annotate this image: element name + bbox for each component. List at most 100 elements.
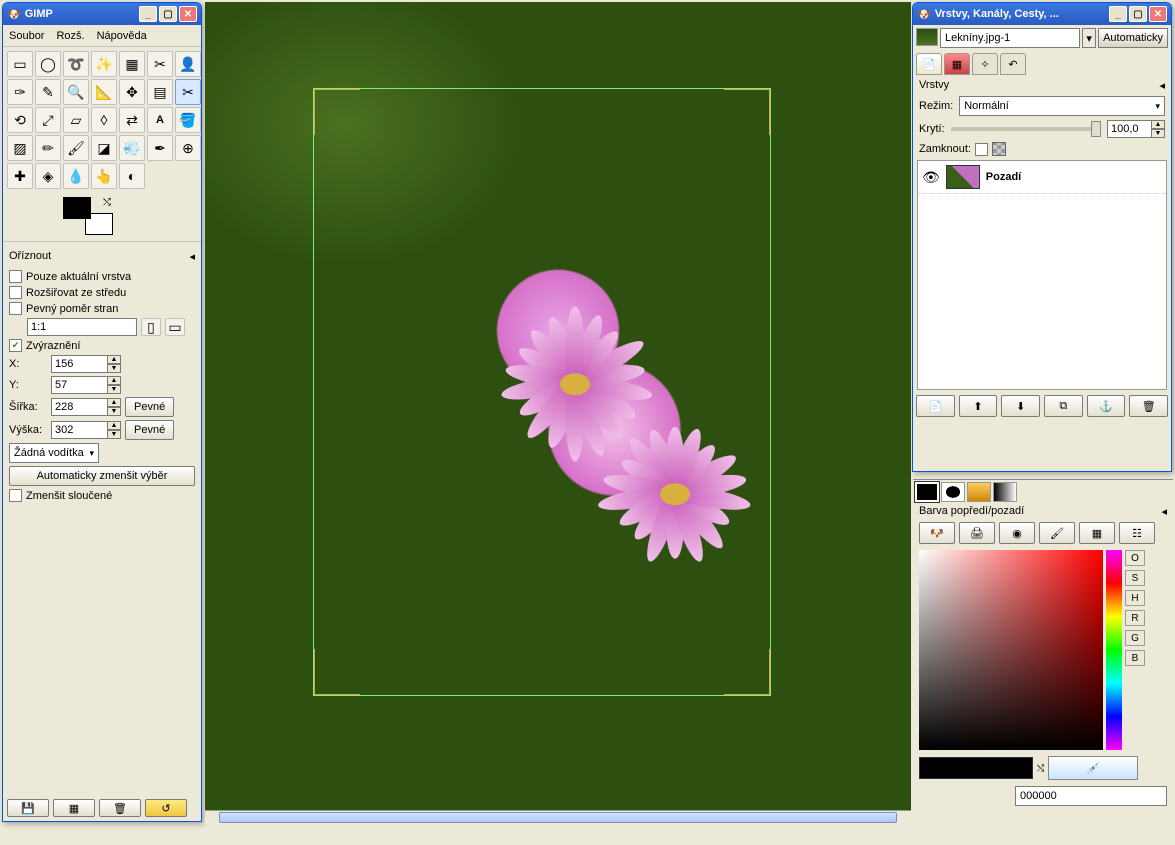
autoshrink-button[interactable]: Automaticky zmenšit výběr bbox=[9, 466, 195, 486]
free-select-tool[interactable]: ➰ bbox=[63, 51, 89, 77]
reset-options-button[interactable]: ↺ bbox=[145, 799, 187, 817]
pattern-tab[interactable] bbox=[967, 482, 991, 502]
x-input[interactable]: ▲▼ bbox=[51, 355, 121, 373]
minimize-button[interactable]: _ bbox=[139, 6, 157, 22]
swap-colors-icon[interactable]: ⤭ bbox=[103, 197, 111, 208]
airbrush-tool[interactable]: 💨 bbox=[119, 135, 145, 161]
fixed-ratio-checkbox[interactable] bbox=[9, 302, 22, 315]
paintbrush-tool[interactable]: 🖌 bbox=[63, 135, 89, 161]
scale-tool[interactable]: ⤢ bbox=[35, 107, 61, 133]
menu-help[interactable]: Nápověda bbox=[97, 30, 147, 42]
duplicate-layer-button[interactable]: ⧉ bbox=[1044, 395, 1083, 417]
blend-tool[interactable]: ▨ bbox=[7, 135, 33, 161]
smudge-tool[interactable]: 👆 bbox=[91, 163, 117, 189]
portrait-icon[interactable]: ▯ bbox=[141, 318, 161, 336]
move-tool[interactable]: ✥ bbox=[119, 79, 145, 105]
maximize-button[interactable]: ▢ bbox=[159, 6, 177, 22]
flip-tool[interactable]: ⇄ bbox=[119, 107, 145, 133]
fuzzy-select-tool[interactable]: ✨ bbox=[91, 51, 117, 77]
scales-selector-button[interactable]: ☷ bbox=[1119, 522, 1155, 544]
eyedropper-button[interactable]: 💉 bbox=[1048, 756, 1138, 780]
color-picker-tool[interactable]: ✎ bbox=[35, 79, 61, 105]
restore-options-button[interactable]: ▦ bbox=[53, 799, 95, 817]
scissors-tool[interactable]: ✂ bbox=[147, 51, 173, 77]
opacity-input[interactable]: ▲▼ bbox=[1107, 120, 1165, 138]
lock-pixels-checkbox[interactable] bbox=[975, 143, 988, 156]
paths-tab[interactable]: ✧ bbox=[972, 53, 998, 75]
dodge-tool[interactable]: ◐ bbox=[119, 163, 145, 189]
hex-input[interactable] bbox=[1015, 786, 1167, 806]
blend-mode-select[interactable]: Normální bbox=[959, 96, 1165, 116]
lower-layer-button[interactable]: ⬇ bbox=[1001, 395, 1040, 417]
text-tool[interactable]: A bbox=[147, 107, 173, 133]
image-canvas[interactable] bbox=[205, 2, 911, 824]
anchor-layer-button[interactable]: ⚓ bbox=[1087, 395, 1126, 417]
color-select-tool[interactable]: ▦ bbox=[119, 51, 145, 77]
brush-selector-button[interactable]: 🖌 bbox=[1039, 522, 1075, 544]
rect-select-tool[interactable]: ▭ bbox=[7, 51, 33, 77]
hue-strip[interactable] bbox=[1106, 550, 1122, 750]
guides-select[interactable]: Žádná vodítka bbox=[9, 443, 99, 463]
ellipse-select-tool[interactable]: ◯ bbox=[35, 51, 61, 77]
foreground-select-tool[interactable]: 👤 bbox=[175, 51, 201, 77]
gradient-tab[interactable] bbox=[993, 482, 1017, 502]
layer-name[interactable]: Pozadí bbox=[986, 171, 1021, 183]
saturation-value-field[interactable] bbox=[919, 550, 1103, 750]
layers-titlebar[interactable]: 🐶 Vrstvy, Kanály, Cesty, ... _ ▢ ✕ bbox=[913, 3, 1171, 25]
channel-r[interactable]: R bbox=[1125, 610, 1145, 626]
shrink-merged-checkbox[interactable] bbox=[9, 489, 22, 502]
toolbox-titlebar[interactable]: 🐶 GIMP _ ▢ ✕ bbox=[3, 3, 201, 25]
layers-tab[interactable]: 📄 bbox=[916, 53, 942, 75]
blur-tool[interactable]: 💧 bbox=[63, 163, 89, 189]
dropdown-arrow-icon[interactable]: ▾ bbox=[1082, 28, 1096, 48]
swap-small-icon[interactable]: ⤭ bbox=[1037, 763, 1044, 774]
crop-handle-bottomright[interactable] bbox=[724, 649, 770, 695]
y-input[interactable]: ▲▼ bbox=[51, 376, 121, 394]
crop-handle-topright[interactable] bbox=[724, 89, 770, 135]
channel-o[interactable]: O bbox=[1125, 550, 1145, 566]
image-name-dropdown[interactable]: Lekníny.jpg-1 bbox=[940, 28, 1080, 48]
panel-menu-icon[interactable]: ◂ bbox=[1161, 505, 1167, 518]
panel-menu-icon[interactable]: ◂ bbox=[189, 250, 195, 263]
opacity-slider[interactable] bbox=[951, 127, 1101, 131]
fg-bg-color-widget[interactable]: ⤭ bbox=[63, 197, 113, 235]
auto-button[interactable]: Automaticky bbox=[1098, 28, 1168, 48]
shear-tool[interactable]: ▱ bbox=[63, 107, 89, 133]
delete-options-button[interactable]: 🗑 bbox=[99, 799, 141, 817]
landscape-icon[interactable]: ▭ bbox=[165, 318, 185, 336]
bucket-fill-tool[interactable]: 🪣 bbox=[175, 107, 201, 133]
channel-b[interactable]: B bbox=[1125, 650, 1145, 666]
bg-color-tab[interactable] bbox=[941, 482, 965, 502]
fg-color-tab[interactable] bbox=[915, 482, 939, 502]
zoom-tool[interactable]: 🔍 bbox=[63, 79, 89, 105]
layer-list[interactable]: 👁 Pozadí bbox=[917, 160, 1167, 390]
channels-tab[interactable]: ▦ bbox=[944, 53, 970, 75]
rotate-tool[interactable]: ⟲ bbox=[7, 107, 33, 133]
scrollbar-thumb[interactable] bbox=[219, 812, 897, 823]
delete-layer-button[interactable]: 🗑 bbox=[1129, 395, 1168, 417]
crop-tool[interactable]: ✂ bbox=[175, 79, 201, 105]
clone-tool[interactable]: ⊕ bbox=[175, 135, 201, 161]
crop-rectangle[interactable] bbox=[313, 88, 771, 696]
eraser-tool[interactable]: ◪ bbox=[91, 135, 117, 161]
menu-file[interactable]: Soubor bbox=[9, 30, 44, 42]
highlight-checkbox[interactable]: ✔ bbox=[9, 339, 22, 352]
channel-s[interactable]: S bbox=[1125, 570, 1145, 586]
foreground-color-swatch[interactable] bbox=[63, 197, 91, 219]
ratio-input[interactable] bbox=[27, 318, 137, 336]
ink-tool[interactable]: ✒ bbox=[147, 135, 173, 161]
menu-ext[interactable]: Rozš. bbox=[56, 30, 84, 42]
maximize-button[interactable]: ▢ bbox=[1129, 6, 1147, 22]
heal-tool[interactable]: ✚ bbox=[7, 163, 33, 189]
height-input[interactable]: ▲▼ bbox=[51, 421, 121, 439]
height-fixed-button[interactable]: Pevné bbox=[125, 420, 174, 440]
width-fixed-button[interactable]: Pevné bbox=[125, 397, 174, 417]
save-options-button[interactable]: 💾 bbox=[7, 799, 49, 817]
close-button[interactable]: ✕ bbox=[1149, 6, 1167, 22]
layer-item[interactable]: 👁 Pozadí bbox=[918, 161, 1166, 194]
visibility-eye-icon[interactable]: 👁 bbox=[922, 169, 940, 186]
print-selector-button[interactable]: 🖨 bbox=[959, 522, 995, 544]
undo-tab[interactable]: ↶ bbox=[1000, 53, 1026, 75]
width-input[interactable]: ▲▼ bbox=[51, 398, 121, 416]
channel-h[interactable]: H bbox=[1125, 590, 1145, 606]
